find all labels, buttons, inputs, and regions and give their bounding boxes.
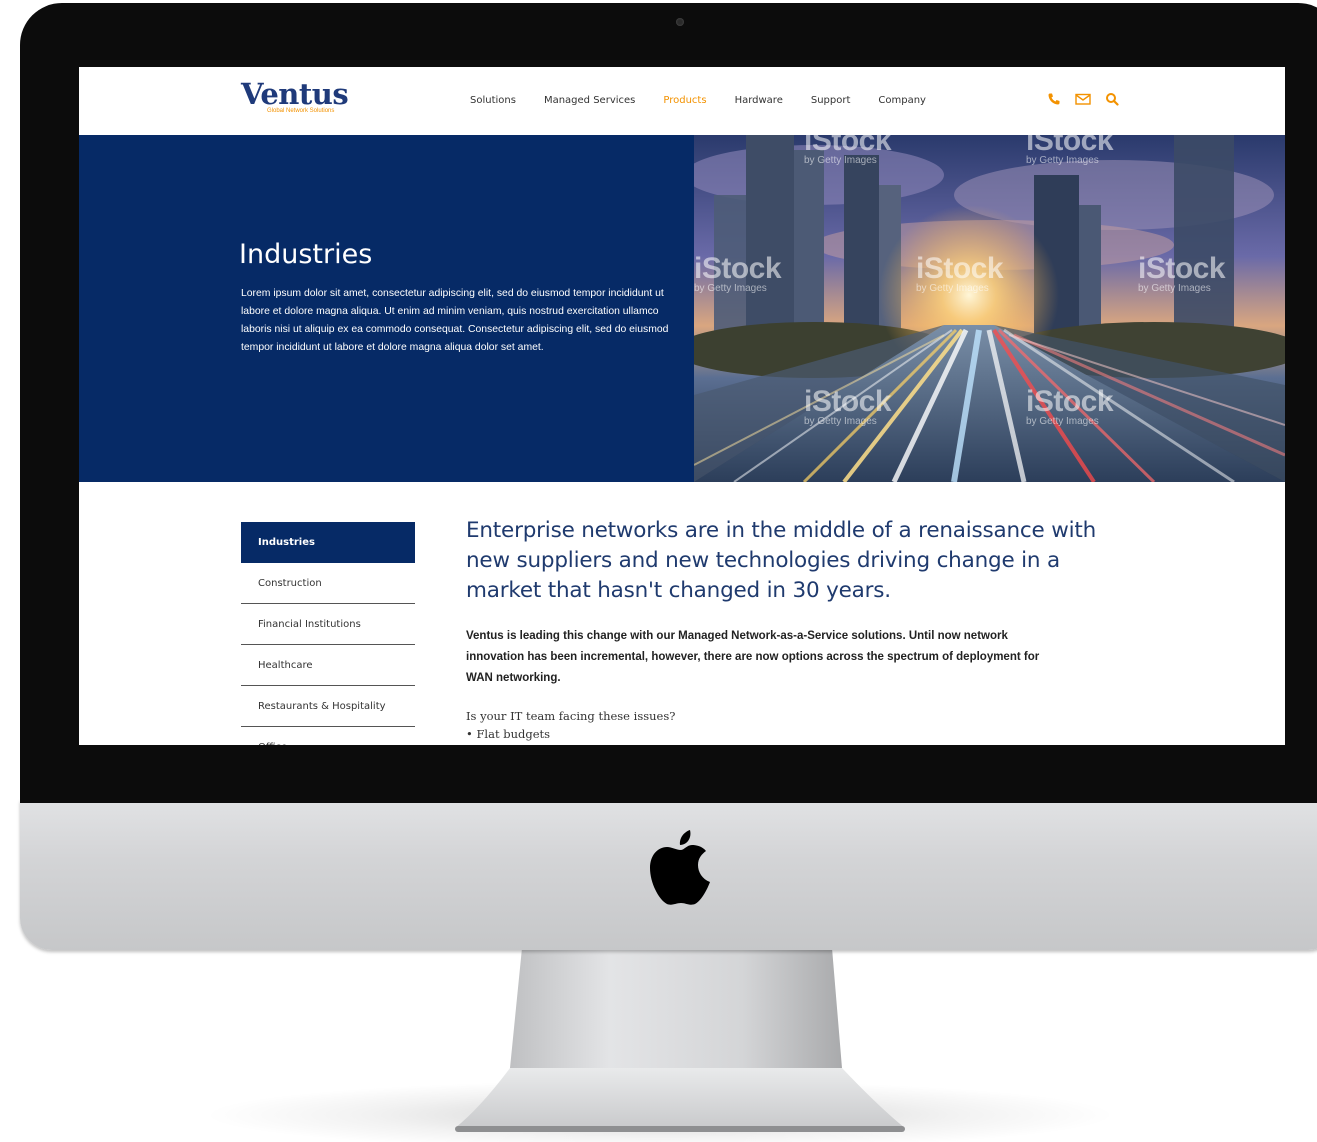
main-nav: Solutions Managed Services Products Hard…: [470, 95, 954, 106]
watermark: iStock by Getty Images: [916, 252, 1004, 295]
apple-logo-icon: [650, 830, 710, 905]
nav-support[interactable]: Support: [811, 95, 851, 106]
hero-text-panel: Industries Lorem ipsum dolor sit amet, c…: [79, 135, 694, 482]
nav-hardware[interactable]: Hardware: [735, 95, 783, 106]
logo-wordmark: Ventus: [241, 77, 349, 111]
watermark-brand: iStock: [694, 252, 782, 285]
hero-section: Industries Lorem ipsum dolor sit amet, c…: [79, 135, 1285, 482]
main-article: Enterprise networks are in the middle of…: [466, 516, 1106, 743]
watermark-brand: iStock: [804, 385, 892, 418]
sidebar-item-industries[interactable]: Industries: [241, 522, 415, 563]
industries-sidebar: Industries Construction Financial Instit…: [241, 522, 415, 745]
watermark-brand: iStock: [1026, 385, 1114, 418]
nav-products[interactable]: Products: [663, 95, 706, 106]
watermark-brand: iStock: [1026, 135, 1114, 157]
content-section: Industries Construction Financial Instit…: [79, 482, 1285, 745]
sidebar-item-financial-institutions[interactable]: Financial Institutions: [241, 604, 415, 645]
watermark: iStock by Getty Images: [804, 135, 892, 167]
watermark: iStock by Getty Images: [1026, 385, 1114, 428]
sidebar-item-healthcare[interactable]: Healthcare: [241, 645, 415, 686]
nav-solutions[interactable]: Solutions: [470, 95, 516, 106]
browser-screen: Ventus Global Network Solutions Solution…: [79, 67, 1285, 745]
sidebar-item-construction[interactable]: Construction: [241, 563, 415, 604]
header-icons: [1047, 92, 1119, 106]
article-headline: Enterprise networks are in the middle of…: [466, 518, 1097, 603]
nav-managed-services[interactable]: Managed Services: [544, 95, 635, 106]
watermark: iStock by Getty Images: [1138, 252, 1226, 295]
watermark: iStock by Getty Images: [804, 385, 892, 428]
watermark: iStock by Getty Images: [694, 252, 782, 295]
imac-stand: [455, 948, 905, 1132]
watermark-brand: iStock: [1138, 252, 1226, 285]
issue-bullet: • Flat budgets: [466, 727, 551, 741]
hero-title: Industries: [239, 239, 373, 270]
issues-question: Is your IT team facing these issues?: [466, 709, 676, 723]
watermark-brand: iStock: [804, 135, 892, 157]
site-header: Ventus Global Network Solutions Solution…: [79, 67, 1285, 135]
search-icon[interactable]: [1105, 92, 1119, 106]
hero-description: Lorem ipsum dolor sit amet, consectetur …: [241, 288, 669, 353]
watermark-brand: iStock: [916, 252, 1004, 285]
city-traffic-photo: [694, 135, 1285, 482]
sidebar-item-office[interactable]: Office: [241, 727, 415, 745]
sidebar-item-restaurants-hospitality[interactable]: Restaurants & Hospitality: [241, 686, 415, 727]
nav-company[interactable]: Company: [878, 95, 926, 106]
article-lead: Ventus is leading this change with our M…: [466, 630, 1040, 684]
ventus-logo[interactable]: Ventus Global Network Solutions: [241, 79, 361, 114]
hero-city-highway-image: iStock by Getty Images iStock by Getty Ima…: [694, 135, 1285, 482]
camera-icon: [676, 18, 684, 26]
imac-mockup: Ventus Global Network Solutions Solution…: [0, 0, 1317, 1142]
phone-icon[interactable]: [1047, 92, 1061, 106]
watermark: iStock by Getty Images: [1026, 135, 1114, 167]
mail-icon[interactable]: [1075, 92, 1091, 106]
